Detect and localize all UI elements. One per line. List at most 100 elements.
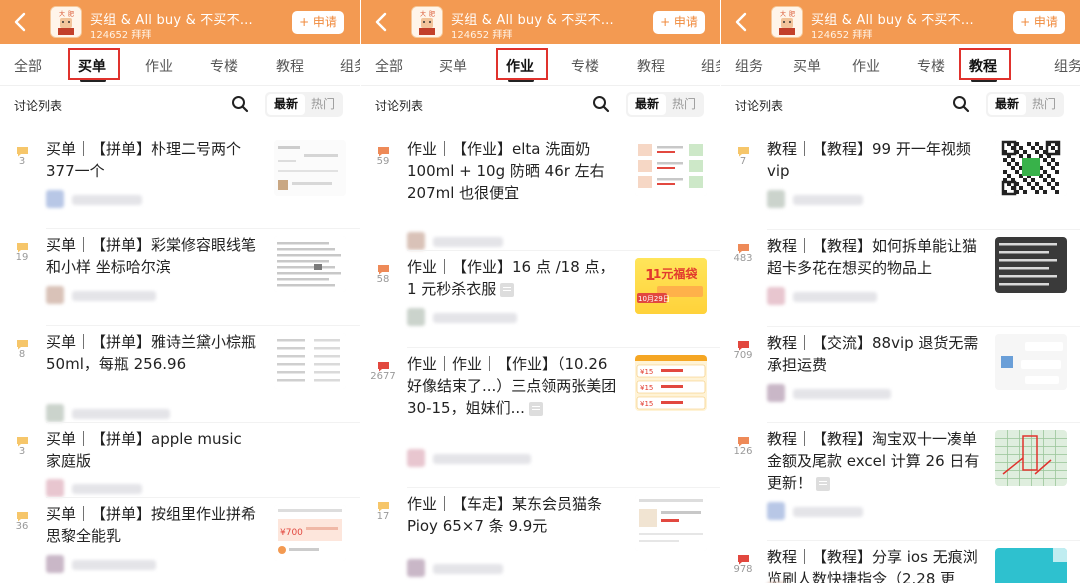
note-icon: [500, 282, 515, 297]
list-title: 讨论列表: [375, 99, 424, 113]
panel-tutorial: 大肥买组 & All buy & 不买不... 124652 拜拜 + 申请 组务 买单…: [720, 0, 1080, 583]
list-item[interactable]: 126 教程｜【教程】淘宝双十一凑单金额及尾款 excel 计算 26 日有更新！: [721, 428, 1080, 546]
post-thumbnail[interactable]: [995, 430, 1067, 486]
post-title-text: 作业｜【车走】某东会员猫条 Pioy 65×7 条 9.9元: [407, 495, 603, 535]
tab-bar: 全部买单作业专楼教程组务: [0, 44, 360, 86]
tab-5[interactable]: 组务: [340, 56, 360, 76]
svg-text:¥15: ¥15: [640, 384, 653, 392]
search-icon[interactable]: [230, 94, 250, 114]
apply-button[interactable]: + 申请: [292, 11, 344, 34]
back-arrow-icon[interactable]: [10, 11, 32, 33]
tab-4[interactable]: 教程: [276, 56, 304, 76]
back-arrow-icon[interactable]: [731, 11, 753, 33]
tab-2[interactable]: 作业: [852, 56, 880, 76]
post-thumbnail[interactable]: ¥15 ¥15 ¥15: [635, 355, 707, 411]
item-divider: [767, 422, 1080, 423]
sort-hot[interactable]: 热门: [666, 94, 702, 115]
post-thumbnail[interactable]: [995, 140, 1067, 196]
list-item[interactable]: 978 教程｜【教程】分享 ios 无痕浏览刷人数快捷指令（2.28 更: [721, 546, 1080, 583]
author-name: [433, 313, 517, 323]
item-divider: [407, 250, 720, 251]
list-item[interactable]: 36 买单｜【拼单】按组里作业拼希思黎全能乳 ¥700: [0, 503, 360, 583]
list-title: 讨论列表: [14, 99, 63, 113]
post-thumbnail[interactable]: [995, 237, 1067, 293]
post-thumbnail[interactable]: [635, 495, 707, 551]
tab-5[interactable]: 组务: [701, 56, 720, 76]
list-item[interactable]: 483 教程｜【教程】如何拆单能让猫超卡多花在想买的物品上: [721, 235, 1080, 332]
author-avatar: [407, 449, 425, 467]
tab-3[interactable]: 专楼: [571, 56, 599, 76]
svg-text:大: 大: [780, 10, 786, 18]
post-title-text: 教程｜【教程】如何拆单能让猫超卡多花在想买的物品上: [767, 237, 978, 277]
comment-bubble-icon: [737, 142, 750, 157]
item-divider: [46, 325, 360, 326]
tab-5[interactable]: 组务: [1054, 56, 1080, 76]
list-item[interactable]: 58 作业｜【作业】16 点 /18 点，1 元秒杀衣服 1 1元福袋 10月29日: [361, 256, 720, 353]
item-divider: [46, 497, 360, 498]
list-item[interactable]: 8 买单｜【拼单】雅诗兰黛小棕瓶 50ml，每瓶 256.96: [0, 331, 360, 428]
group-avatar[interactable]: 大肥: [50, 6, 82, 38]
apply-button[interactable]: + 申请: [1013, 11, 1065, 34]
note-icon: [816, 476, 831, 491]
author-avatar: [46, 404, 64, 422]
list-item[interactable]: 59 作业｜【作业】elta 洗面奶 100ml + 10g 防晒 46r 左右 …: [361, 138, 720, 256]
list-header: 讨论列表 最新 热门: [361, 86, 720, 122]
svg-text:¥700: ¥700: [280, 528, 303, 538]
post-thumbnail[interactable]: [995, 548, 1067, 583]
list-item[interactable]: 2677 作业｜作业｜【作业】（10.26 好像结束了...）三点领两张美团 30…: [361, 353, 720, 493]
svg-text:大: 大: [420, 10, 426, 18]
svg-text:¥15: ¥15: [640, 400, 653, 408]
tab-3[interactable]: 专楼: [917, 56, 945, 76]
sort-latest[interactable]: 最新: [988, 94, 1026, 115]
search-icon[interactable]: [591, 94, 611, 114]
post-title: 买单｜【拼单】按组里作业拼希思黎全能乳: [46, 503, 260, 547]
sort-hot[interactable]: 热门: [305, 94, 341, 115]
list-item[interactable]: 3 买单｜【拼单】apple music 家庭版: [0, 428, 360, 503]
tab-1[interactable]: 买单: [439, 56, 467, 76]
sort-latest[interactable]: 最新: [267, 94, 305, 115]
tab-3[interactable]: 专楼: [210, 56, 238, 76]
post-thumbnail[interactable]: [274, 236, 346, 292]
list-item[interactable]: 709 教程｜【交流】88vip 退货无需承担运费: [721, 332, 1080, 428]
item-divider: [46, 228, 360, 229]
author-avatar: [767, 384, 785, 402]
group-avatar[interactable]: 大肥: [771, 6, 803, 38]
post-thumbnail[interactable]: 1 1元福袋 10月29日: [635, 258, 707, 314]
tab-4[interactable]: 教程: [637, 56, 665, 76]
list-item[interactable]: 3 买单｜【拼单】朴理二号两个377一个: [0, 138, 360, 234]
post-title-text: 教程｜【教程】淘宝双十一凑单金额及尾款 excel 计算 26 日有更新！: [767, 430, 980, 492]
apply-button[interactable]: + 申请: [653, 11, 705, 34]
item-divider: [407, 487, 720, 488]
author-avatar: [46, 555, 64, 573]
svg-text:肥: 肥: [429, 11, 435, 18]
list-item[interactable]: 17 作业｜【车走】某东会员猫条 Pioy 65×7 条 9.9元: [361, 493, 720, 583]
author-avatar: [46, 286, 64, 304]
comment-bubble-icon: [377, 497, 390, 512]
post-thumbnail[interactable]: [635, 140, 707, 196]
list-item[interactable]: 7 教程｜【教程】99 开一年视频 vip: [721, 138, 1080, 235]
post-title: 教程｜【交流】88vip 退货无需承担运费: [767, 332, 981, 376]
author-name: [72, 195, 142, 205]
author-avatar: [767, 287, 785, 305]
search-icon[interactable]: [951, 94, 971, 114]
list-header: 讨论列表 最新 热门: [721, 86, 1080, 122]
author-avatar: [407, 308, 425, 326]
reply-count: 19: [15, 252, 29, 263]
sort-hot[interactable]: 热门: [1026, 94, 1062, 115]
back-arrow-icon[interactable]: [371, 11, 393, 33]
svg-text:¥15: ¥15: [640, 368, 653, 376]
comment-bubble-icon: [737, 550, 750, 565]
post-thumbnail[interactable]: [274, 333, 346, 389]
tab-2[interactable]: 作业: [145, 56, 173, 76]
tab-0[interactable]: 全部: [375, 56, 403, 76]
list-item[interactable]: 19 买单｜【拼单】彩棠修容眼线笔和小样 坐标哈尔滨: [0, 234, 360, 331]
group-avatar[interactable]: 大肥: [411, 6, 443, 38]
tab-1[interactable]: 买单: [793, 56, 821, 76]
post-thumbnail[interactable]: [274, 140, 346, 196]
tab-0[interactable]: 全部: [14, 56, 42, 76]
post-thumbnail[interactable]: [995, 334, 1067, 390]
tab-0[interactable]: 组务: [735, 56, 763, 76]
post-title-text: 教程｜【教程】99 开一年视频 vip: [767, 140, 971, 180]
post-thumbnail[interactable]: ¥700: [274, 505, 346, 561]
sort-latest[interactable]: 最新: [628, 94, 666, 115]
